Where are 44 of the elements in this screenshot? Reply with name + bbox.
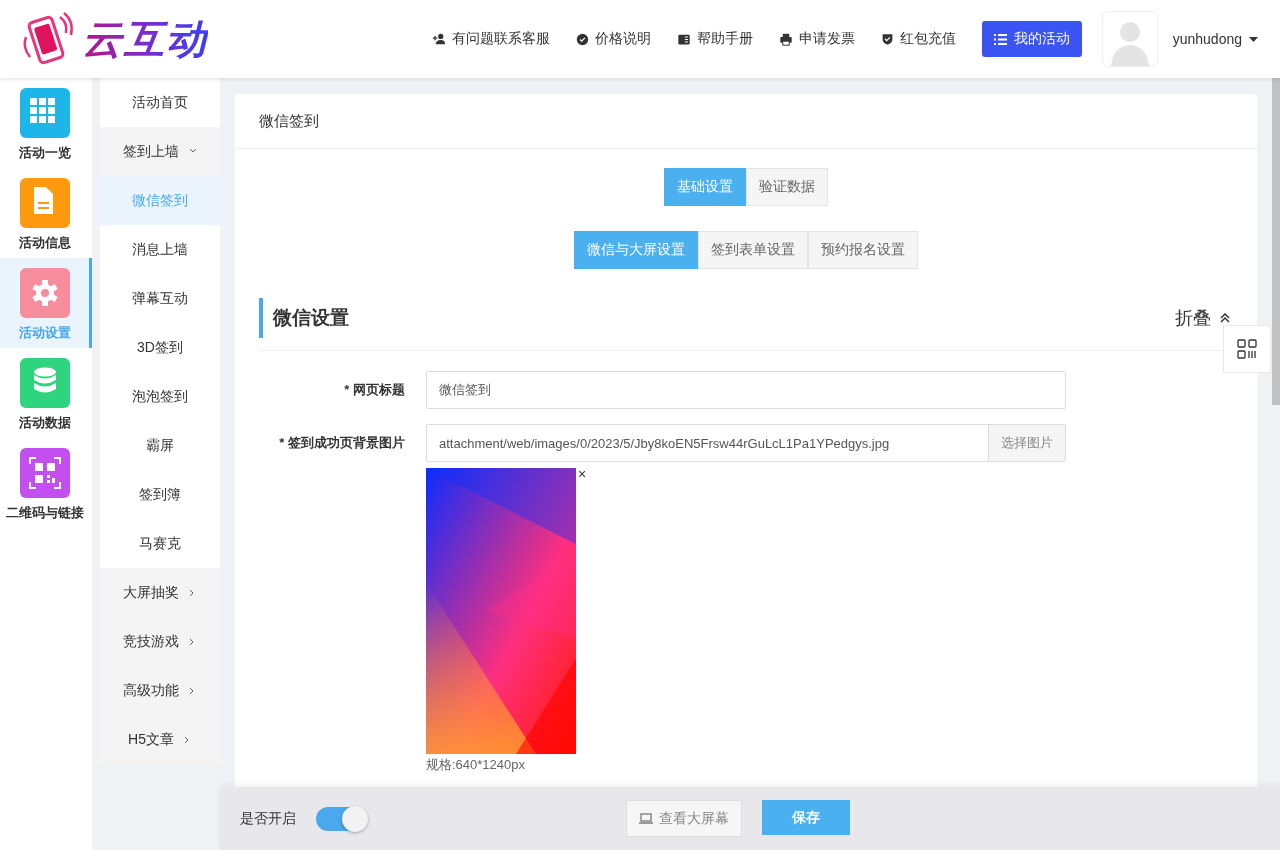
user-menu[interactable]: yunhudong (1172, 31, 1258, 47)
collapse-toggle[interactable]: 折叠 (1175, 306, 1230, 330)
book-icon (676, 32, 691, 46)
header-link[interactable]: 价格说明 (575, 30, 651, 48)
add-user-icon (431, 32, 446, 46)
list-icon (993, 33, 1007, 45)
badge-check-icon (575, 32, 589, 46)
menu-item[interactable]: 活动首页 (100, 78, 220, 127)
header-link[interactable]: 申请发票 (778, 30, 855, 48)
menu-item[interactable]: 3D签到 (100, 323, 220, 372)
tab[interactable]: 预约报名设置 (808, 231, 918, 269)
field-label: * 签到成功页背景图片 (278, 434, 405, 452)
sidebar-item[interactable]: 二维码与链接 (0, 438, 92, 528)
sidebar-item[interactable]: 活动数据 (0, 348, 92, 438)
laptop-icon (639, 813, 653, 824)
size-hint: 规格:640*1240px (426, 757, 526, 773)
menu-item[interactable]: 签到簿 (100, 470, 220, 519)
printer-icon (778, 32, 793, 46)
menu-item[interactable]: 霸屏 (100, 421, 220, 470)
grid-icon (1236, 338, 1258, 360)
caret-icon (1249, 36, 1258, 42)
toggle-label: 是否开启 (240, 809, 296, 828)
menu-item[interactable]: 马赛克 (100, 519, 220, 568)
remove-image-button[interactable]: × (578, 468, 587, 480)
section-title: 微信设置 (259, 298, 349, 338)
sidebar-item[interactable]: 活动一览 (0, 78, 92, 168)
text-field[interactable]: 微信签到 (426, 371, 1066, 409)
double-chevron-up-icon (1220, 313, 1230, 323)
menu-item[interactable]: 泡泡签到 (100, 372, 220, 421)
menu-item[interactable]: 弹幕互动 (100, 274, 220, 323)
shield-check-icon (880, 32, 894, 46)
enable-toggle[interactable] (316, 806, 367, 831)
tab[interactable]: 验证数据 (746, 168, 828, 206)
my-activities-button[interactable]: 我的活动 (981, 21, 1082, 57)
scrollbar[interactable] (1272, 78, 1280, 405)
header-link[interactable]: 有问题联系客服 (431, 30, 550, 48)
menu-item[interactable]: 消息上墙 (100, 225, 220, 274)
header-link[interactable]: 红包充值 (880, 30, 956, 48)
header-link[interactable]: 帮助手册 (676, 30, 753, 48)
field-label: * 网页标题 (343, 381, 405, 399)
tab[interactable]: 签到表单设置 (698, 231, 808, 269)
float-tool-button[interactable] (1223, 325, 1271, 373)
page-title: 微信签到 (259, 111, 319, 131)
sidebar-item[interactable]: 活动信息 (0, 168, 92, 258)
